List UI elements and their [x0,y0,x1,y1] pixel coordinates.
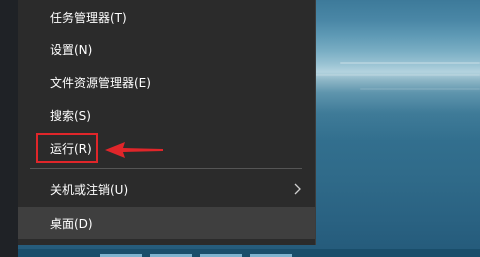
menu-separator [30,168,302,169]
annotation-highlight-box [36,133,98,163]
menu-item-shutdown-signout[interactable]: 关机或注销(U) [18,173,315,205]
menu-item-settings[interactable]: 设置(N) [18,33,315,65]
menu-item-file-explorer[interactable]: 文件资源管理器(E) [18,66,315,98]
menu-item-label: 文件资源管理器(E) [50,75,151,90]
menu-item-search[interactable]: 搜索(S) [18,99,315,131]
wallpaper-wave [310,74,480,76]
menu-item-task-manager[interactable]: 任务管理器(T) [18,1,315,33]
taskbar [0,249,480,257]
menu-item-label: 关机或注销(U) [50,182,129,197]
wallpaper-wave [340,62,480,64]
start-button-edge [0,0,18,257]
menu-item-desktop[interactable]: 桌面(D) [18,207,315,239]
chevron-right-icon [294,183,301,195]
winx-context-menu: 任务管理器(T) 设置(N) 文件资源管理器(E) 搜索(S) 运行(R) 关机… [18,0,316,245]
menu-item-label: 桌面(D) [50,216,93,231]
menu-item-label: 任务管理器(T) [50,10,127,25]
red-arrow-left-icon [105,142,163,158]
wallpaper-wave [360,88,480,90]
menu-item-label: 设置(N) [50,42,93,57]
menu-item-label: 搜索(S) [50,108,91,123]
